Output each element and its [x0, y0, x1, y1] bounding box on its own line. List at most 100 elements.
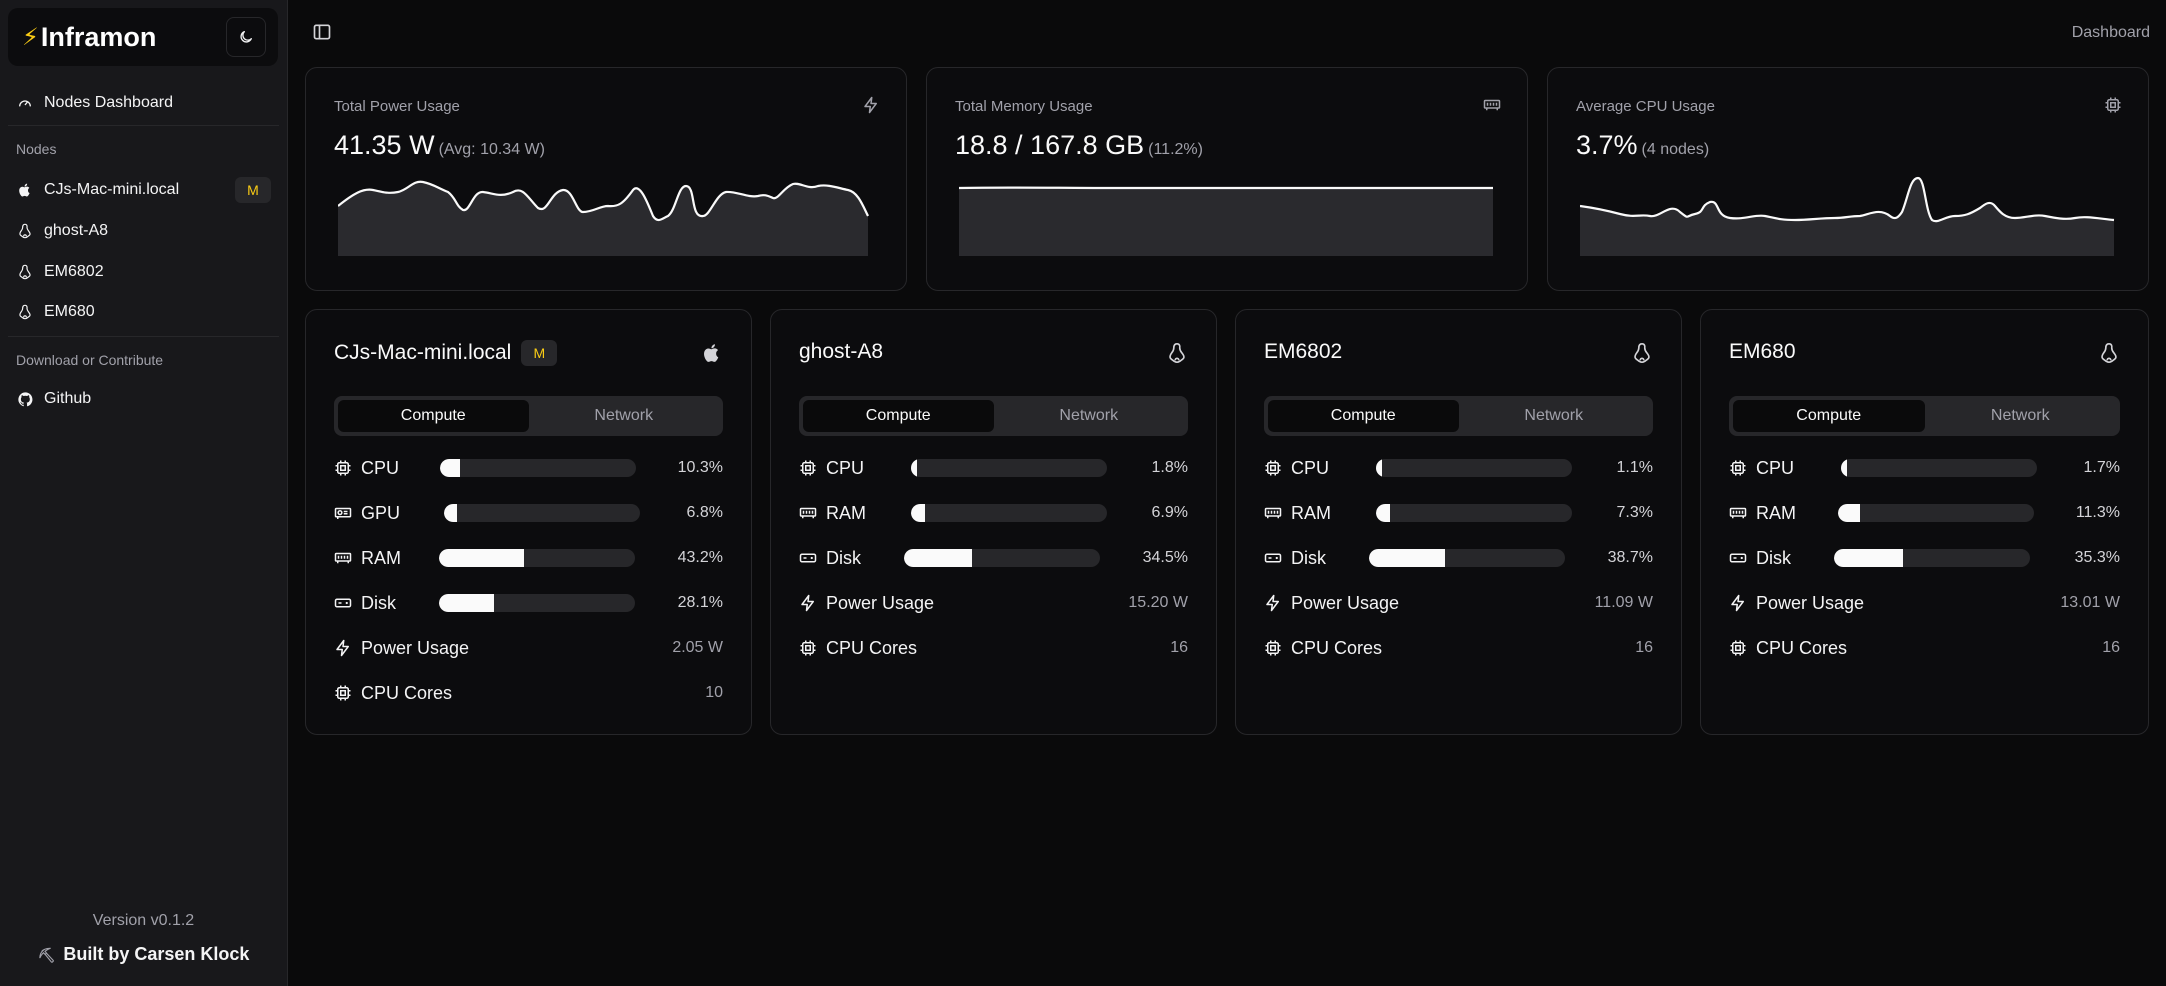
sidebar-item-node[interactable]: EM680 — [16, 296, 271, 328]
usage-bar — [444, 504, 640, 522]
tab-network[interactable]: Network — [994, 400, 1185, 432]
metric-value: 34.5% — [1142, 549, 1188, 566]
usage-bar — [904, 549, 1100, 567]
card-value: 18.8 / 167.8 GB (11.2%) — [955, 130, 1203, 161]
metric-label: Disk — [1756, 547, 1791, 568]
usage-bar — [911, 504, 1107, 522]
cpu-icon — [799, 639, 817, 657]
cpu-icon — [799, 459, 817, 477]
metric-value: 38.7% — [1607, 549, 1653, 566]
tab-network[interactable]: Network — [529, 400, 720, 432]
tab-network[interactable]: Network — [1459, 400, 1650, 432]
usage-bar — [1841, 459, 2037, 477]
average-cpu-value: 3.7% — [1576, 130, 1638, 160]
metric-label: Disk — [1291, 547, 1326, 568]
metric-label: CPU — [1756, 457, 1795, 478]
tab-network[interactable]: Network — [1925, 400, 2117, 432]
github-icon — [16, 390, 34, 408]
linux-icon — [16, 222, 34, 240]
node-name: EM6802 — [1264, 340, 1342, 364]
node-count-value: (4 nodes) — [1641, 141, 1710, 158]
usage-bar-fill — [439, 549, 524, 567]
app-logo[interactable]: ⚡ Inframon — [22, 22, 156, 53]
metric-label: Power Usage — [826, 592, 935, 613]
cpu-icon — [1729, 639, 1747, 657]
ram-icon — [1264, 504, 1282, 522]
tab-bar: Compute Network — [1729, 396, 2120, 436]
sidebar-group-contribute: Download or Contribute — [16, 352, 164, 368]
metric-value: 11.3% — [2075, 504, 2120, 521]
node-title-label: EM6802 — [1264, 340, 1343, 363]
usage-bar — [1376, 504, 1572, 522]
metric-value: 15.20 W — [1128, 594, 1188, 611]
metric-value: 35.3% — [2074, 549, 2120, 566]
sidebar-item-nodes-dashboard[interactable]: Nodes Dashboard — [16, 87, 271, 119]
tab-compute[interactable]: Compute — [338, 400, 529, 432]
metric-row-power: Power Usage 2.05 W — [334, 634, 723, 662]
built-by-label: Built by Carsen Klock — [63, 944, 250, 964]
tab-compute[interactable]: Compute — [1268, 400, 1459, 432]
cpu-icon — [1264, 639, 1282, 657]
card-title: Average CPU Usage — [1576, 98, 1715, 115]
usage-bar-fill — [904, 549, 972, 567]
metric-value: 1.7% — [2083, 459, 2120, 476]
memory-sparkline — [959, 186, 1493, 256]
summary-card-cpu: Average CPU Usage 3.7% (4 nodes) — [1547, 67, 2149, 291]
ram-icon — [799, 504, 817, 522]
usage-bar-fill — [444, 504, 458, 522]
linux-icon — [16, 303, 34, 321]
disk-icon — [334, 594, 352, 612]
sidebar-item-node[interactable]: ghost-A8 — [16, 215, 271, 247]
metric-row-cores: CPU Cores 16 — [1729, 634, 2120, 662]
usage-bar — [1376, 459, 1572, 477]
cpu-icon — [1264, 459, 1282, 477]
sidebar-item-label: EM6802 — [44, 263, 104, 280]
sidebar-item-github[interactable]: Github — [16, 383, 271, 415]
metric-value: 16 — [1170, 639, 1188, 656]
sidebar-item-node[interactable]: EM6802 — [16, 256, 271, 288]
theme-toggle-button[interactable] — [226, 17, 266, 57]
card-value: 41.35 W (Avg: 10.34 W) — [334, 130, 545, 161]
metric-value: 28.1% — [677, 594, 723, 611]
metric-value: 11.09 W — [1594, 594, 1653, 611]
metric-row-power: Power Usage 11.09 W — [1264, 589, 1653, 617]
usage-bar — [1834, 549, 2030, 567]
metric-value: 1.1% — [1616, 459, 1653, 476]
apple-icon — [701, 342, 723, 364]
metric-label: GPU — [361, 502, 401, 523]
cpu-sparkline — [1580, 176, 2115, 256]
zap-icon — [799, 594, 817, 612]
node-card: EM680 Compute Network CPU 1.7% RAM 11.3% — [1700, 309, 2149, 735]
linux-icon — [2098, 342, 2120, 364]
built-by-link[interactable]: ⛏ Built by Carsen Klock — [0, 944, 287, 965]
gauge-icon — [16, 94, 34, 112]
usage-bar-fill — [911, 459, 917, 477]
metric-label: CPU — [1291, 457, 1330, 478]
total-memory-value: 18.8 / 167.8 GB — [955, 130, 1145, 160]
node-badge: M — [235, 177, 271, 203]
node-card: CJs-Mac-mini.local M Compute Network CPU… — [305, 309, 752, 735]
metric-row-cores: CPU Cores 16 — [799, 634, 1188, 662]
node-title-label: CJs-Mac-mini.local — [334, 341, 512, 364]
usage-bar-fill — [911, 504, 925, 522]
usage-bar-fill — [1369, 549, 1445, 567]
linux-icon — [1631, 342, 1653, 364]
sidebar: ⚡ Inframon Nodes Dashboard Nodes CJs-Mac… — [0, 0, 288, 986]
metric-label: CPU — [826, 457, 865, 478]
disk-icon — [1729, 549, 1747, 567]
metric-label: Disk — [361, 592, 396, 613]
metric-label: CPU Cores — [1291, 637, 1383, 658]
metric-value: 7.3% — [1616, 504, 1653, 521]
summary-card-power: Total Power Usage 41.35 W (Avg: 10.34 W) — [305, 67, 907, 291]
breadcrumb[interactable]: Dashboard — [2072, 24, 2150, 42]
zap-icon — [1264, 594, 1282, 612]
metric-label: CPU Cores — [1756, 637, 1848, 658]
disk-icon — [1264, 549, 1282, 567]
tab-compute[interactable]: Compute — [803, 400, 994, 432]
metric-row-cores: CPU Cores 10 — [334, 679, 723, 707]
sidebar-toggle-button[interactable] — [312, 22, 332, 42]
tab-compute[interactable]: Compute — [1733, 400, 1925, 432]
app-title: Inframon — [40, 21, 157, 52]
metric-row-power: Power Usage 13.01 W — [1729, 589, 2120, 617]
sidebar-item-node[interactable]: CJs-Mac-mini.local M — [16, 174, 271, 206]
